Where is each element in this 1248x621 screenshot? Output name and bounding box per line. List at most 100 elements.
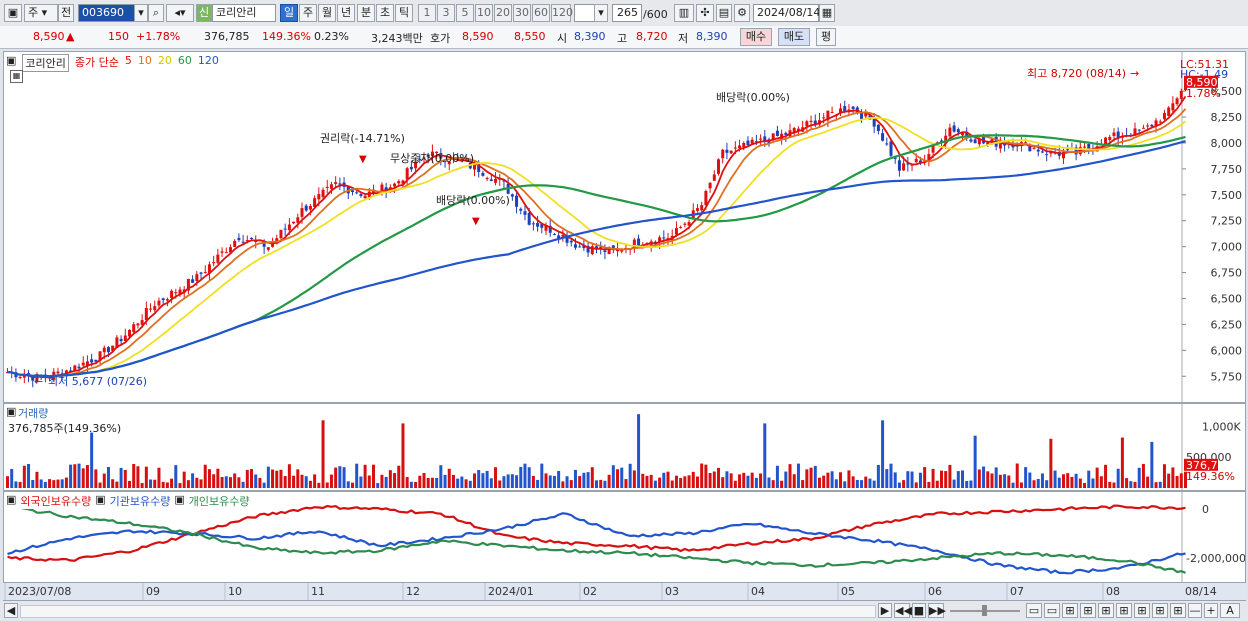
volume-bar	[683, 476, 687, 488]
num-1[interactable]: 1	[418, 4, 436, 22]
holding-panel: 0 -2,000,000 ▣ 외국인보유수량 ▣ 기관보유수량 ▣ 개인보유수량	[3, 491, 1246, 583]
volume-bar	[250, 469, 254, 488]
avg-button[interactable]: 평	[816, 28, 836, 46]
y-tick-label: 7,000	[1211, 241, 1243, 254]
zoom-out-icon[interactable]: —	[1188, 603, 1202, 618]
candle-body	[805, 121, 809, 127]
volume-bar	[485, 470, 489, 488]
num-120[interactable]: 120	[551, 4, 573, 22]
search-icon[interactable]: ⌕	[148, 4, 164, 22]
volume-bar	[1078, 478, 1082, 488]
ruler-icon[interactable]: ⊞	[1116, 603, 1132, 618]
candle-body	[1040, 151, 1044, 153]
ruler-icon[interactable]: ⊞	[1062, 603, 1078, 618]
grid-icon[interactable]: ▦	[10, 70, 23, 83]
volume-bar	[573, 469, 577, 488]
candle-body	[393, 183, 397, 187]
candle-body	[106, 347, 110, 353]
low-label: 저	[678, 32, 689, 45]
chevron-down-icon[interactable]: ▾	[134, 4, 148, 22]
volume-bar	[906, 471, 910, 488]
scroll-track[interactable]	[20, 605, 876, 618]
volume-bar	[418, 475, 422, 488]
crosshair-icon[interactable]: ✣	[696, 4, 714, 22]
code-input[interactable]: 003690	[78, 4, 136, 22]
num-20[interactable]: 20	[494, 4, 512, 22]
candle-body	[237, 237, 241, 241]
scroll-right-icon[interactable]: ▶	[878, 603, 892, 618]
bottom-scrollbar: ◀ ▶ ◀◀ ■ ▶▶ ▭ ▭ ⊞ ⊞ ⊞ ⊞ ⊞ ⊞ ⊞ — + A	[0, 601, 1248, 621]
ruler-icon[interactable]: ⊞	[1170, 603, 1186, 618]
ruler-icon[interactable]: ⊞	[1134, 603, 1150, 618]
volume-bar	[897, 482, 901, 488]
period-month[interactable]: 월	[318, 4, 336, 22]
period-day[interactable]: 일	[280, 4, 298, 22]
volume-bar	[279, 469, 283, 488]
num-30[interactable]: 30	[513, 4, 531, 22]
volume-bar	[393, 473, 397, 488]
gear-icon[interactable]: ⚙	[734, 4, 750, 22]
volume-bar	[595, 480, 598, 488]
volume-bar	[826, 472, 830, 488]
sound-icon[interactable]: ◂▾	[166, 4, 194, 22]
stop-icon[interactable]: ■	[912, 603, 926, 618]
reset-icon[interactable]: A	[1220, 603, 1240, 618]
layout-icon[interactable]: ▭	[1026, 603, 1042, 618]
volume-bar	[927, 481, 931, 488]
period-week[interactable]: 주	[299, 4, 317, 22]
volume-bar	[982, 466, 986, 488]
layout-icon[interactable]: ▭	[1044, 603, 1060, 618]
ruler-icon[interactable]: ⊞	[1098, 603, 1114, 618]
x-tick-label: 07	[1010, 585, 1024, 598]
volume-bar	[494, 467, 498, 488]
ruler-icon[interactable]: ⊞	[1080, 603, 1096, 618]
volume-bar	[679, 478, 683, 488]
candle-body	[708, 182, 712, 189]
num-60[interactable]: 60	[532, 4, 550, 22]
period-year[interactable]: 년	[337, 4, 355, 22]
bar-chart-icon[interactable]: ▥	[674, 4, 694, 22]
x-tick-label: 05	[841, 585, 855, 598]
mode-select-2[interactable]: 전	[58, 4, 74, 22]
volume-bar	[1108, 481, 1112, 488]
period-tick[interactable]: 틱	[395, 4, 413, 22]
turnover: 0.23%	[314, 30, 349, 43]
rewind-icon[interactable]: ◀◀	[894, 603, 912, 618]
event-bonus: 무상증자(0.00%)	[390, 152, 474, 165]
candle-body	[881, 133, 885, 141]
period-second[interactable]: 초	[376, 4, 394, 22]
current-price: 8,590	[33, 30, 65, 43]
price-chart[interactable]: 5,750 6,000 6,250 6,500 6,750 7,000 7,250 7,500…	[4, 52, 1245, 402]
num-10[interactable]: 10	[475, 4, 493, 22]
num-3[interactable]: 3	[437, 4, 455, 22]
volume-chart[interactable]: 1,000K500,000376,785149.36%	[4, 404, 1245, 490]
window-icon[interactable]: ▣	[4, 4, 22, 22]
volume-bar	[712, 471, 716, 488]
save-icon[interactable]: ▤	[716, 4, 732, 22]
period-minute[interactable]: 분	[357, 4, 375, 22]
candle-body	[569, 240, 573, 243]
holding-tick-label: 0	[1202, 503, 1209, 516]
calendar-icon[interactable]: ▦	[819, 4, 835, 22]
sell-button[interactable]: 매도	[778, 28, 810, 46]
ruler-icon[interactable]: ⊞	[1152, 603, 1168, 618]
fast-forward-icon[interactable]: ▶▶	[928, 603, 946, 618]
volume-bar	[376, 483, 380, 488]
zoom-slider-thumb[interactable]	[982, 605, 987, 616]
num-5[interactable]: 5	[456, 4, 474, 22]
scroll-left-icon[interactable]: ◀	[4, 603, 18, 618]
count-input[interactable]: 265	[612, 4, 642, 22]
volume-bar	[119, 467, 123, 488]
mode-select-1[interactable]: 주 ▾	[24, 4, 58, 22]
date-input[interactable]: 2024/08/14	[753, 4, 820, 22]
volume-bar	[435, 477, 439, 488]
candle-body	[515, 195, 519, 207]
volume-bar	[153, 479, 157, 488]
buy-button[interactable]: 매수	[740, 28, 772, 46]
volume-bar	[961, 470, 965, 488]
chevron-down-icon[interactable]: ▾	[594, 4, 608, 22]
zoom-in-icon[interactable]: +	[1204, 603, 1218, 618]
legend-ma5: 5	[124, 54, 132, 67]
ma60-line	[7, 134, 1186, 378]
volume-bar	[81, 468, 85, 488]
